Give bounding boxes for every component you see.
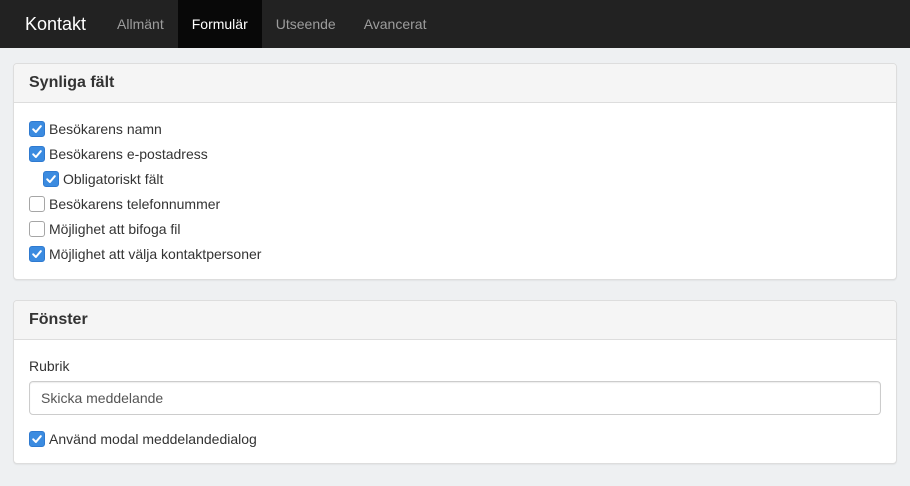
- heading-field-label: Rubrik: [29, 358, 70, 374]
- checkmark-icon: [32, 434, 42, 443]
- checkbox-label: Besökarens namn: [49, 120, 162, 137]
- checkmark-icon: [46, 174, 56, 183]
- field-row-contacts[interactable]: Möjlighet att välja kontaktpersoner: [29, 241, 881, 266]
- main-content: Synliga fält Besökarens namn Besökarens …: [0, 48, 910, 464]
- window-body: Rubrik Använd modal meddelandedialog: [14, 340, 896, 463]
- checkbox-choose-contacts[interactable]: [29, 245, 45, 262]
- checkbox-label: Möjlighet att bifoga fil: [49, 220, 181, 237]
- checkbox-modal-dialog[interactable]: [29, 430, 45, 447]
- window-heading: Fönster: [14, 301, 896, 340]
- field-row-email[interactable]: Besökarens e-postadress: [29, 141, 881, 166]
- window-panel: Fönster Rubrik Använd modal meddelandedi…: [13, 300, 897, 464]
- checkbox-email-required[interactable]: [43, 170, 59, 187]
- checkbox-visitor-email[interactable]: [29, 145, 45, 162]
- window-title: Fönster: [29, 311, 88, 328]
- visible-fields-heading: Synliga fält: [14, 64, 896, 103]
- tab-utseende[interactable]: Utseende: [262, 0, 350, 48]
- checkmark-icon: [32, 149, 42, 158]
- brand-title[interactable]: Kontakt: [11, 0, 101, 48]
- modal-dialog-row[interactable]: Använd modal meddelandedialog: [29, 426, 881, 451]
- checkbox-attach-file[interactable]: [29, 220, 45, 237]
- checkbox-visitor-name[interactable]: [29, 120, 45, 137]
- visible-fields-title: Synliga fält: [29, 74, 115, 91]
- checkmark-icon: [32, 249, 42, 258]
- checkbox-label: Besökarens telefonnummer: [49, 195, 221, 212]
- visible-fields-panel: Synliga fält Besökarens namn Besökarens …: [13, 63, 897, 280]
- field-row-attachment[interactable]: Möjlighet att bifoga fil: [29, 216, 881, 241]
- tab-formular[interactable]: Formulär: [177, 0, 262, 48]
- field-row-email-required[interactable]: Obligatoriskt fält: [29, 166, 881, 191]
- tab-avancerat[interactable]: Avancerat: [350, 0, 441, 48]
- field-row-phone[interactable]: Besökarens telefonnummer: [29, 191, 881, 216]
- checkbox-label: Besökarens e-postadress: [49, 145, 208, 162]
- checkbox-label: Obligatoriskt fält: [63, 170, 164, 187]
- visible-fields-body: Besökarens namn Besökarens e-postadress …: [14, 103, 896, 279]
- checkbox-label: Använd modal meddelandedialog: [49, 430, 257, 447]
- checkbox-label: Möjlighet att välja kontaktpersoner: [49, 245, 262, 262]
- checkmark-icon: [32, 124, 42, 133]
- tab-allmant[interactable]: Allmänt: [103, 0, 178, 48]
- checkbox-visitor-phone[interactable]: [29, 195, 45, 212]
- field-row-name[interactable]: Besökarens namn: [29, 116, 881, 141]
- top-navbar: Kontakt Allmänt Formulär Utseende Avance…: [0, 0, 910, 48]
- heading-input[interactable]: [29, 381, 881, 415]
